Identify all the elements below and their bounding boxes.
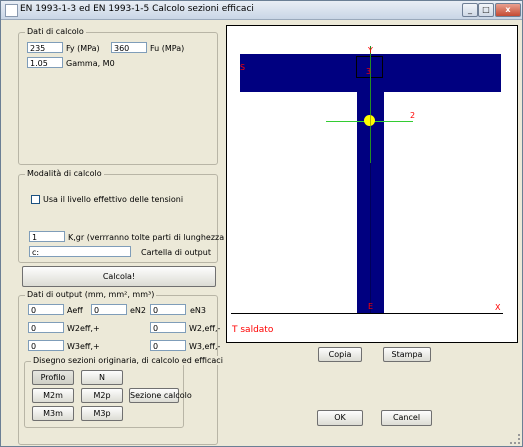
- output-folder-input[interactable]: c:: [29, 246, 131, 257]
- kgr-input[interactable]: 1: [29, 231, 65, 242]
- close-button[interactable]: x: [495, 3, 521, 17]
- w2eff-plus-value: 0: [28, 322, 64, 333]
- calcola-button[interactable]: Calcola!: [22, 266, 216, 287]
- title-bar: EN 1993-1-3 ed EN 1993-1-5 Calcolo sezio…: [1, 1, 522, 20]
- fu-input[interactable]: 360: [111, 42, 147, 53]
- resize-grip-icon[interactable]: [510, 434, 520, 444]
- fy-input[interactable]: 235: [27, 42, 63, 53]
- label-x: X: [495, 303, 501, 312]
- label-e: E: [368, 302, 374, 311]
- w3eff-minus-label: W3,eff,-: [189, 342, 221, 351]
- modalita-calcolo-group: Modalità di calcolo Usa il livello effet…: [18, 169, 263, 263]
- w2eff-plus-label: W2eff,+: [67, 324, 100, 333]
- profilo-button[interactable]: Profilo: [32, 370, 74, 385]
- label-3: 3: [366, 67, 372, 76]
- section-drawing-canvas[interactable]: Y S 3 2 E X T saldato: [226, 25, 518, 343]
- disegno-legend: Disegno sezioni originaria, di calcolo e…: [31, 356, 225, 365]
- en3-label: eN3: [190, 306, 206, 315]
- app-icon: [5, 4, 18, 17]
- m3m-button[interactable]: M3m: [32, 406, 74, 421]
- copia-button[interactable]: Copia: [318, 347, 362, 362]
- maximize-button[interactable]: □: [478, 3, 494, 17]
- stampa-button[interactable]: Stampa: [383, 347, 431, 362]
- main-window: EN 1993-1-3 ed EN 1993-1-5 Calcolo sezio…: [0, 0, 523, 447]
- aeff-value: 0: [28, 304, 64, 315]
- modalita-calcolo-legend: Modalità di calcolo: [25, 169, 104, 178]
- cancel-button[interactable]: Cancel: [381, 410, 432, 426]
- dati-calcolo-legend: Dati di calcolo: [25, 27, 86, 36]
- fu-label: Fu (MPa): [150, 44, 185, 53]
- tensioni-checkbox-label: Usa il livello effettivo delle tensioni: [43, 195, 184, 204]
- w3eff-plus-value: 0: [28, 340, 64, 351]
- w3eff-minus-value: 0: [150, 340, 186, 351]
- minimize-button[interactable]: _: [462, 3, 478, 17]
- n-button[interactable]: N: [81, 370, 123, 385]
- label-s: S: [240, 63, 246, 72]
- m2m-button[interactable]: M2m: [32, 388, 74, 403]
- sezione-calcolo-button[interactable]: Sezione calcolo: [129, 388, 192, 403]
- w2eff-minus-value: 0: [150, 322, 186, 333]
- dati-output-group: Dati di output (mm, mm², mm³) 0 Aeff 0 e…: [18, 290, 225, 445]
- m3p-button[interactable]: M3p: [81, 406, 123, 421]
- gamma-label: Gamma, M0: [66, 59, 115, 68]
- window-title: EN 1993-1-3 ed EN 1993-1-5 Calcolo sezio…: [20, 4, 254, 14]
- en2-label: eN2: [130, 306, 146, 315]
- section-caption: T saldato: [232, 325, 274, 335]
- fy-label: Fy (MPa): [66, 44, 100, 53]
- dati-calcolo-group: Dati di calcolo 235 Fy (MPa) 360 Fu (MPa…: [18, 27, 218, 165]
- w2eff-minus-label: W2,eff,-: [189, 324, 221, 333]
- m2p-button[interactable]: M2p: [81, 388, 123, 403]
- en3-value: 0: [150, 304, 186, 315]
- tensioni-checkbox[interactable]: [31, 195, 40, 204]
- x-axis-line: [231, 313, 503, 314]
- gamma-input[interactable]: 1.05: [27, 57, 63, 68]
- label-y: Y: [368, 46, 373, 55]
- y-axis-line: [370, 46, 371, 314]
- aeff-label: Aeff: [67, 306, 83, 315]
- w3eff-plus-label: W3eff,+: [67, 342, 100, 351]
- dati-output-legend: Dati di output (mm, mm², mm³): [25, 290, 157, 299]
- output-folder-label: Cartella di output: [141, 248, 211, 257]
- label-2: 2: [410, 111, 416, 120]
- en2-value: 0: [91, 304, 127, 315]
- ok-button[interactable]: OK: [317, 410, 363, 426]
- disegno-group: Disegno sezioni originaria, di calcolo e…: [24, 356, 225, 428]
